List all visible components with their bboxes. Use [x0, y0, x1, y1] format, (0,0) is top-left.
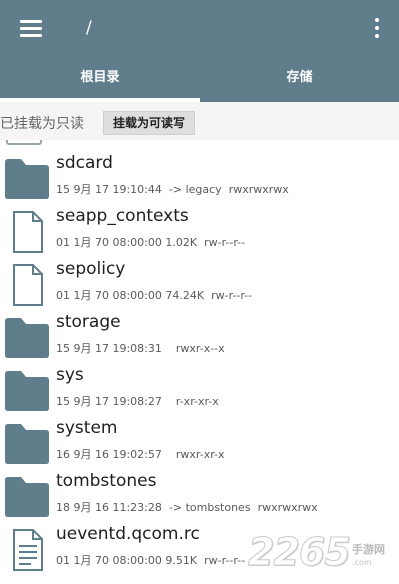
file-row-storage[interactable]: storage 15 9月 17 19:08:31 rwxr-x--x — [0, 307, 399, 360]
current-path: / — [86, 18, 92, 38]
partial-row-edge — [6, 140, 42, 145]
folder-icon — [4, 158, 50, 200]
file-name: sdcard — [56, 153, 113, 173]
folder-icon — [4, 370, 50, 412]
file-name: sys — [56, 365, 84, 385]
tab-storage[interactable]: 存储 — [200, 66, 399, 85]
file-name: sepolicy — [56, 259, 126, 279]
file-meta: 15 9月 17 19:08:31 rwxr-x--x — [56, 342, 225, 355]
mount-bar: 已挂载为只读 挂载为可读写 — [0, 102, 399, 140]
file-name: system — [56, 418, 118, 438]
file-row-system[interactable]: system 16 9月 16 19:02:57 rwxr-xr-x — [0, 413, 399, 466]
file-name: tombstones — [56, 471, 157, 491]
folder-icon — [4, 476, 50, 518]
file-meta: 18 9月 16 11:23:28 -> tombstones rwxrwxrw… — [56, 501, 318, 514]
file-meta: 01 1月 70 08:00:00 1.02K rw-r--r-- — [56, 236, 246, 249]
file-row-sdcard[interactable]: sdcard 15 9月 17 19:10:44 -> legacy rwxrw… — [0, 148, 399, 201]
file-meta: 01 1月 70 08:00:00 9.51K rw-r--r-- — [56, 554, 246, 567]
app-bar: / 根目录 存储 — [0, 0, 399, 102]
site-watermark: 2265 手游网 .com — [248, 530, 399, 584]
watermark-number: 2265 — [248, 530, 352, 575]
file-name: storage — [56, 312, 121, 332]
tab-root[interactable]: 根目录 — [0, 66, 200, 85]
file-name: seapp_contexts — [56, 206, 189, 226]
more-options-icon[interactable] — [373, 18, 381, 40]
file-row-sepolicy[interactable]: sepolicy 01 1月 70 08:00:00 74.24K rw-r--… — [0, 254, 399, 307]
watermark-url: .com — [352, 558, 372, 567]
file-icon — [4, 211, 50, 253]
hamburger-menu-icon[interactable] — [20, 20, 42, 38]
watermark-name: 手游网 — [352, 543, 385, 556]
mount-rw-button[interactable]: 挂载为可读写 — [103, 111, 196, 135]
mount-status: 已挂载为只读 — [0, 116, 84, 132]
file-row-tombstones[interactable]: tombstones 18 9月 16 11:23:28 -> tombston… — [0, 466, 399, 519]
file-row-sys[interactable]: sys 15 9月 17 19:08:27 r-xr-xr-x — [0, 360, 399, 413]
folder-icon — [4, 317, 50, 359]
file-name: ueventd.qcom.rc — [56, 524, 200, 544]
file-icon — [4, 264, 50, 306]
text-file-icon — [4, 529, 50, 571]
file-meta: 15 9月 17 19:10:44 -> legacy rwxrwxrwx — [56, 183, 289, 196]
file-meta: 16 9月 16 19:02:57 rwxr-xr-x — [56, 448, 225, 461]
folder-icon — [4, 423, 50, 465]
file-row-seapp-contexts[interactable]: seapp_contexts 01 1月 70 08:00:00 1.02K r… — [0, 201, 399, 254]
file-meta: 15 9月 17 19:08:27 r-xr-xr-x — [56, 395, 219, 408]
file-meta: 01 1月 70 08:00:00 74.24K rw-r--r-- — [56, 289, 253, 302]
